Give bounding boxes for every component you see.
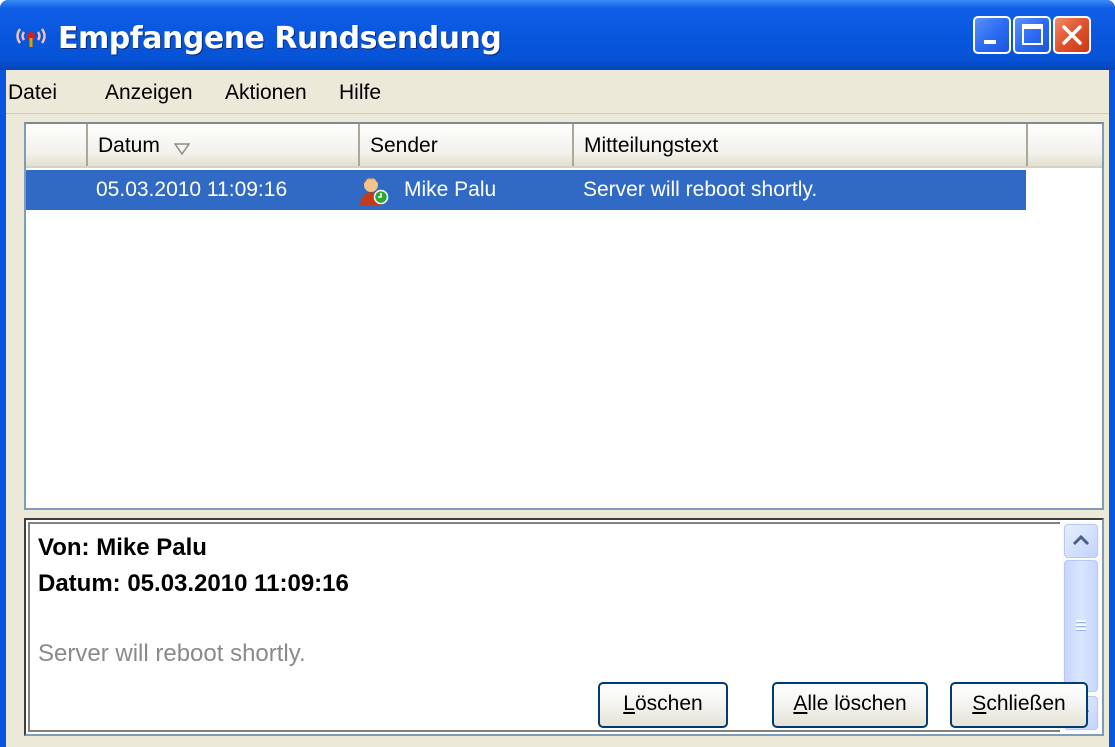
column-header-datum[interactable]: Datum [88, 124, 360, 166]
message-list[interactable]: Datum Sender Mitteilungstext 05.03.2010 … [24, 122, 1104, 510]
row-text: Server will reboot shortly. [583, 178, 818, 201]
list-header: Datum Sender Mitteilungstext [26, 124, 1102, 168]
broadcast-icon [16, 28, 46, 47]
column-header-label: Datum [98, 134, 160, 157]
column-header-blank[interactable] [26, 124, 88, 166]
row-datum: 05.03.2010 11:09:16 [96, 178, 288, 201]
menu-datei[interactable]: Datei [8, 80, 57, 106]
preview-date: Datum: 05.03.2010 11:09:16 [38, 570, 349, 597]
row-sender: Mike Palu [404, 178, 497, 201]
delete-button[interactable]: Löschen [598, 682, 728, 728]
column-header-label: Mitteilungstext [584, 134, 719, 157]
menu-hilfe[interactable]: Hilfe [339, 80, 381, 106]
broadcast-window: Empfangene Rundsendung Datei Anzeigen Ak… [0, 0, 1115, 747]
menu-bar: Datei Anzeigen Aktionen Hilfe [6, 70, 1109, 114]
mnemonic: L [623, 692, 635, 715]
scroll-up-button[interactable] [1064, 524, 1098, 558]
minimize-button[interactable] [973, 16, 1011, 54]
maximize-button[interactable] [1013, 16, 1051, 54]
close-icon [1062, 25, 1082, 45]
preview-from: Von: Mike Palu [38, 534, 207, 561]
button-label: lle löschen [807, 692, 907, 715]
preview-body: Server will reboot shortly. [38, 640, 306, 667]
column-header-label: Sender [370, 134, 438, 157]
grip-icon [1076, 620, 1086, 631]
mnemonic: S [972, 692, 987, 715]
close-window-button[interactable] [1053, 16, 1091, 54]
button-label: chließen [986, 692, 1066, 715]
chevron-up-icon [1072, 534, 1090, 546]
user-online-icon [360, 178, 389, 205]
title-bar[interactable]: Empfangene Rundsendung [0, 0, 1115, 70]
table-row[interactable]: 05.03.2010 11:09:16 Mike Palu Server wil… [26, 170, 1026, 210]
message-preview[interactable]: Von: Mike Palu Datum: 05.03.2010 11:09:1… [24, 518, 1104, 736]
column-header-sender[interactable]: Sender [360, 124, 574, 166]
mnemonic: A [793, 692, 808, 715]
close-button[interactable]: Schließen [950, 682, 1088, 728]
column-header-mitteilungstext[interactable]: Mitteilungstext [574, 124, 1028, 166]
scroll-thumb[interactable] [1064, 560, 1098, 692]
minimize-icon [984, 40, 996, 44]
window-title: Empfangene Rundsendung [58, 21, 502, 56]
client-area: Datei Anzeigen Aktionen Hilfe Datum Send… [6, 70, 1109, 747]
delete-all-button[interactable]: Alle löschen [772, 682, 928, 728]
maximize-icon [1022, 24, 1043, 45]
sort-descending-icon [174, 143, 190, 156]
menu-anzeigen[interactable]: Anzeigen [105, 80, 193, 106]
button-label: öschen [634, 692, 703, 715]
menu-aktionen[interactable]: Aktionen [225, 80, 307, 106]
